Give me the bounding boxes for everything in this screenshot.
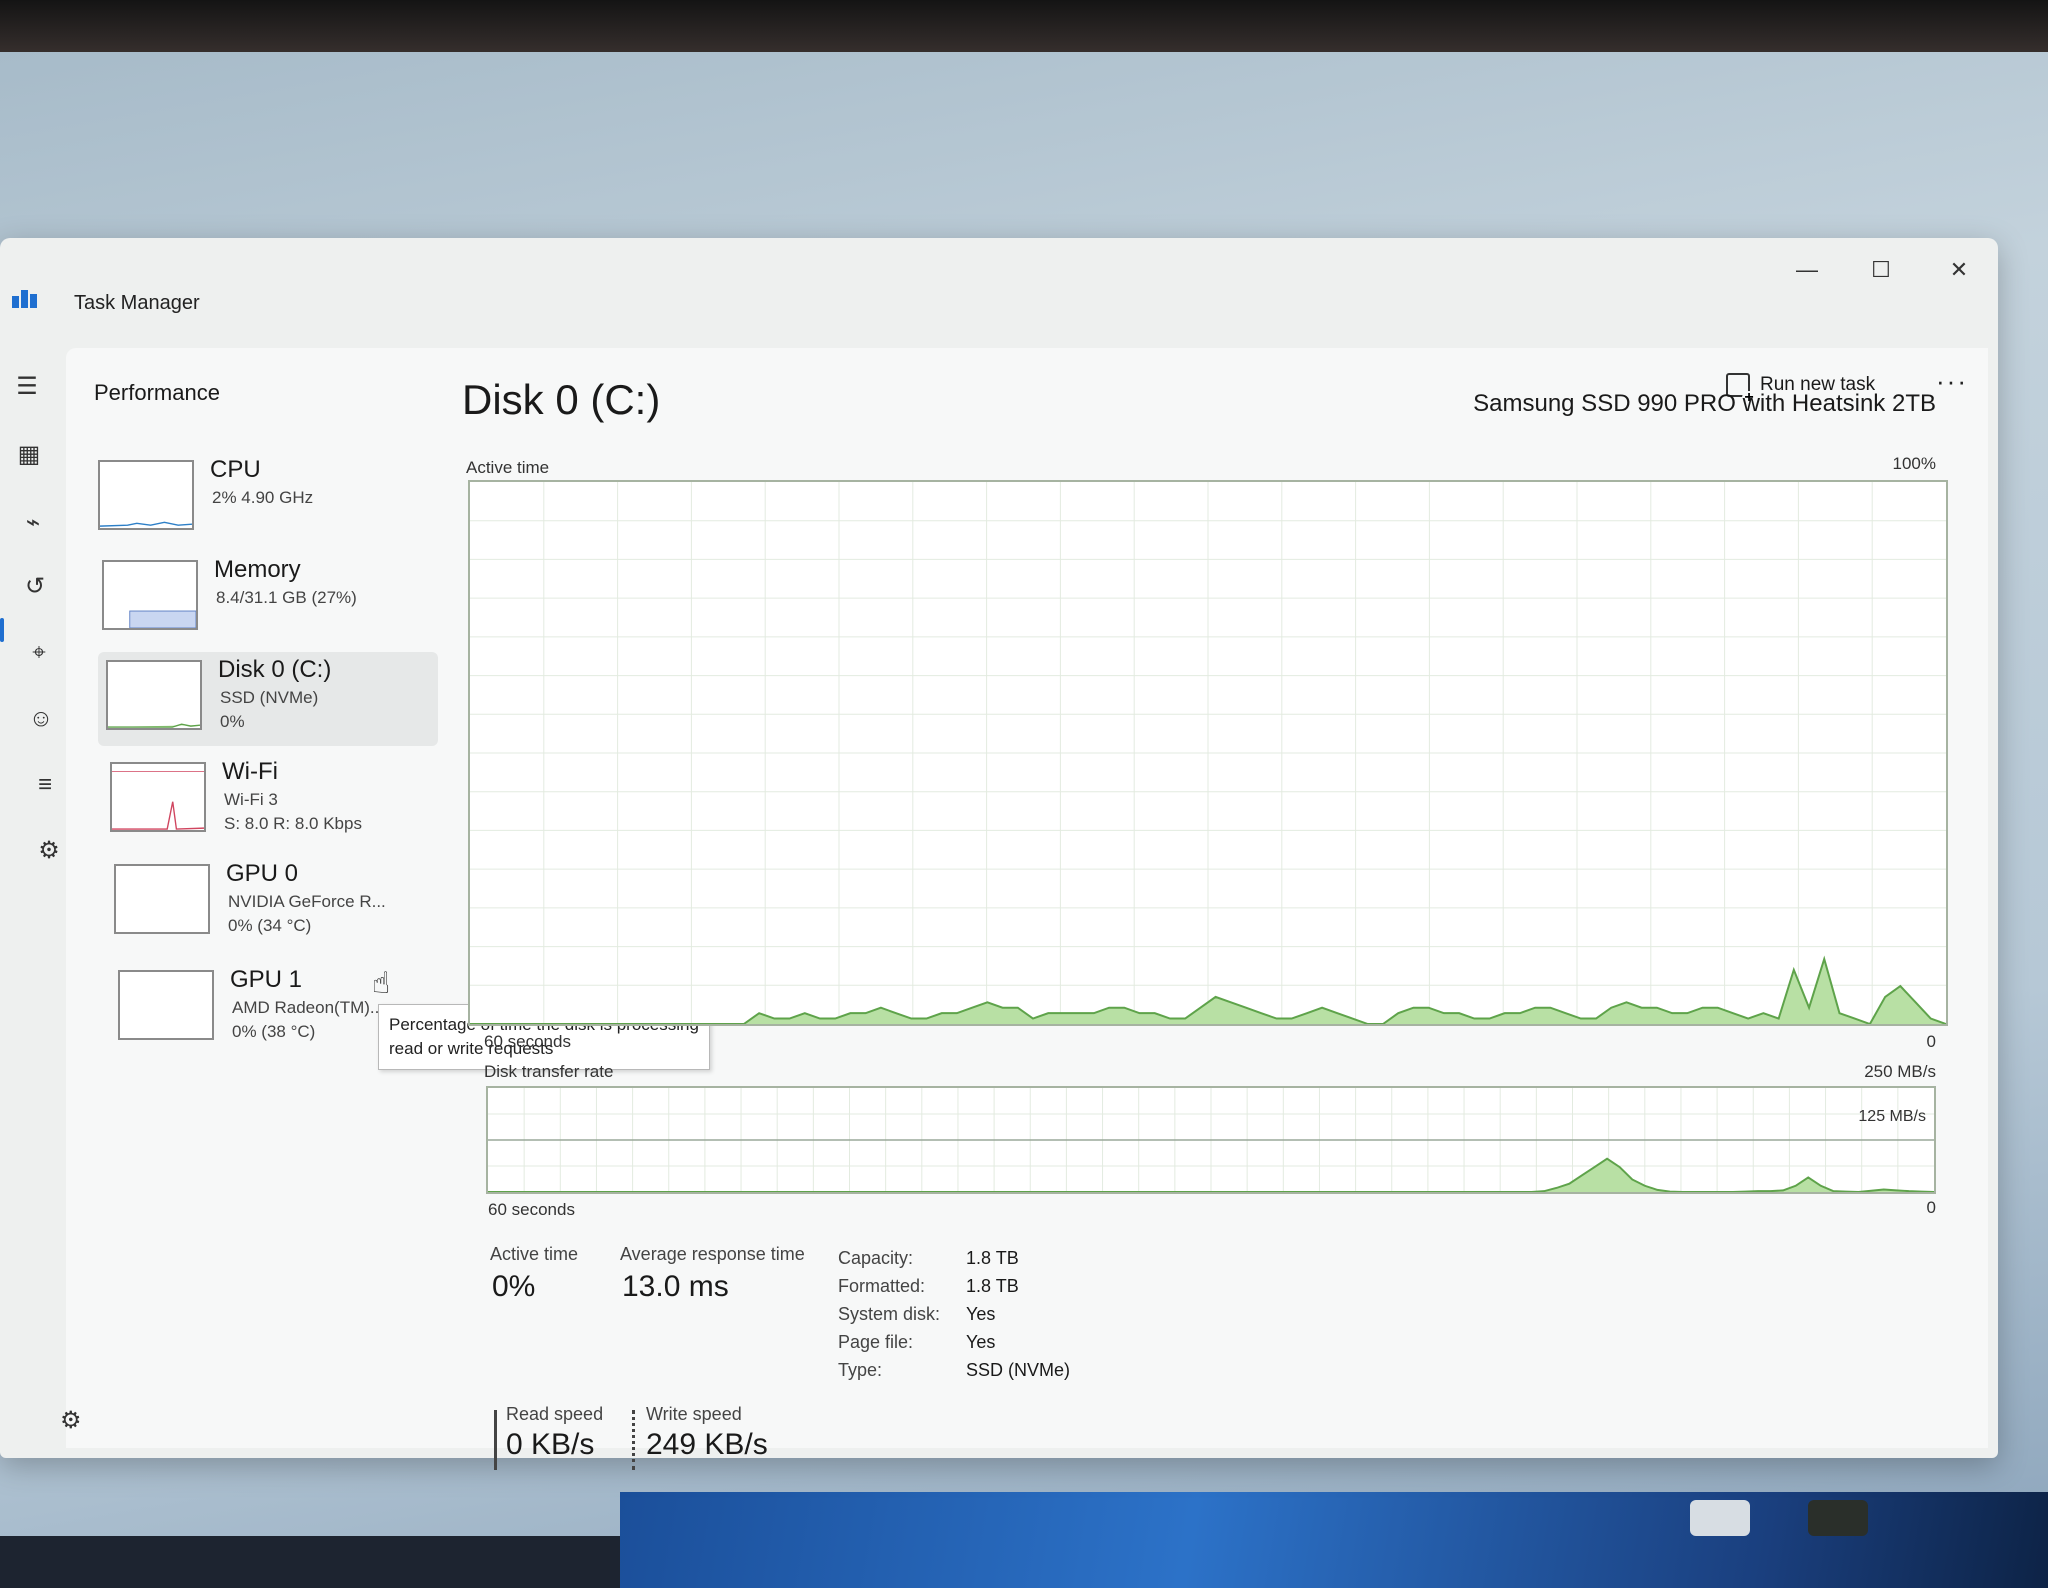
page-title: Performance <box>94 380 220 405</box>
window-title: Task Manager <box>74 292 200 314</box>
read-speed-value: 0 KB/s <box>506 1428 595 1461</box>
sidebar-item-wifi[interactable]: Wi-Fi Wi-Fi 3 S: 8.0 R: 8.0 Kbps <box>102 754 442 848</box>
sidebar-item-gpu0[interactable]: GPU 0 NVIDIA GeForce R... 0% (34 °C) <box>106 856 446 950</box>
hand-cursor-icon: ☝ <box>372 967 391 1000</box>
active-time-graph <box>468 480 1948 1026</box>
taskbar-app-icon[interactable] <box>1808 1500 1868 1536</box>
disk-thumbnail-graph <box>106 660 202 730</box>
type-key: Type: <box>838 1360 883 1380</box>
sidebar-item-title: GPU 0 <box>226 860 299 887</box>
sidebar-item-value: 0% <box>220 712 245 731</box>
sidebar-item-value: S: 8.0 R: 8.0 Kbps <box>224 814 362 833</box>
type-value: SSD (NVMe) <box>966 1360 1071 1380</box>
active-nav-indicator <box>0 618 4 642</box>
write-speed-legend-line <box>632 1410 635 1470</box>
write-speed-label: Write speed <box>646 1404 742 1424</box>
sidebar-item-title: Disk 0 (C:) <box>218 656 332 683</box>
capacity-value: 1.8 TB <box>966 1248 1019 1268</box>
services-icon[interactable]: ⚙ <box>32 834 66 868</box>
capacity-key: Capacity: <box>838 1248 914 1268</box>
sidebar-item-memory[interactable]: Memory 8.4/31.1 GB (27%) <box>94 552 434 646</box>
transfer-rate-seconds-label: 60 seconds <box>488 1200 575 1219</box>
transfer-rate-label: Disk transfer rate <box>484 1062 614 1081</box>
startup-apps-icon[interactable]: ⌖ <box>22 636 56 670</box>
sidebar-item-title: GPU 1 <box>230 966 303 993</box>
formatted-key: Formatted: <box>838 1276 926 1296</box>
processes-icon[interactable]: ▦ <box>12 438 46 472</box>
more-options-button[interactable]: ··· <box>1936 366 1968 397</box>
sidebar-item-subtitle: NVIDIA GeForce R... <box>228 892 386 911</box>
disk-model: Samsung SSD 990 PRO with Heatsink 2TB <box>1473 390 1936 417</box>
gpu1-thumbnail-graph <box>118 970 214 1040</box>
taskbar-app-icon[interactable] <box>1690 1500 1750 1536</box>
sidebar-item-title: Memory <box>214 556 301 583</box>
disk-title: Disk 0 (C:) <box>462 376 661 423</box>
sidebar-item-cpu[interactable]: CPU 2% 4.90 GHz <box>90 452 430 546</box>
app-history-icon[interactable]: ↺ <box>18 570 52 604</box>
hamburger-menu-icon[interactable]: ☰ <box>10 370 44 404</box>
sidebar-item-title: CPU <box>210 456 261 483</box>
title-bar[interactable]: Task Manager — ☐ ✕ <box>0 238 1998 314</box>
performance-icon[interactable]: ⌁ <box>16 506 50 540</box>
sidebar-item-value: 0% (34 °C) <box>228 916 312 935</box>
active-time-label: Active time <box>466 458 550 477</box>
sidebar-item-title: Wi-Fi <box>222 758 278 785</box>
performance-panel: Performance Run new task ··· CPU 2% 4.90… <box>66 348 1988 1470</box>
active-time-stat-label: Active time <box>490 1244 579 1264</box>
active-time-chart <box>470 482 1946 1024</box>
task-manager-window: Task Manager — ☐ ✕ ☰ ▦ ⌁ ↺ ⌖ ☺ ≡ ⚙ Perfo… <box>0 238 1998 1470</box>
memory-thumbnail-graph <box>102 560 198 630</box>
minimize-button[interactable]: — <box>1782 250 1832 290</box>
details-icon[interactable]: ≡ <box>28 768 62 802</box>
task-manager-icon <box>12 290 38 308</box>
active-time-max-label: 100% <box>1892 454 1936 473</box>
sidebar-item-subtitle: Wi-Fi 3 <box>224 790 278 809</box>
active-time-seconds-label: 60 seconds <box>484 1032 571 1051</box>
transfer-rate-graph: 125 MB/s <box>486 1086 1936 1194</box>
nav-rail: ☰ ▦ ⌁ ↺ ⌖ ☺ ≡ ⚙ <box>0 348 66 1448</box>
system-disk-value: Yes <box>966 1304 996 1324</box>
cpu-thumbnail-graph <box>98 460 194 530</box>
active-time-min-label: 0 <box>1926 1032 1936 1051</box>
page-file-key: Page file: <box>838 1332 914 1352</box>
active-time-stat-value: 0% <box>492 1270 536 1303</box>
gpu0-thumbnail-graph <box>114 864 210 934</box>
maximize-button[interactable]: ☐ <box>1856 250 1906 290</box>
sidebar-item-subtitle: SSD (NVMe) <box>220 688 319 707</box>
sidebar-item-subtitle: 2% 4.90 GHz <box>212 488 314 507</box>
transfer-rate-mid-label: 125 MB/s <box>1858 1108 1926 1125</box>
formatted-value: 1.8 TB <box>966 1276 1019 1296</box>
read-speed-label: Read speed <box>506 1404 604 1424</box>
transfer-rate-min-label: 0 <box>1926 1198 1936 1217</box>
read-speed-legend-line <box>494 1410 497 1470</box>
sidebar-item-subtitle: AMD Radeon(TM)... <box>232 998 385 1017</box>
avg-response-label: Average response time <box>620 1244 805 1264</box>
avg-response-value: 13.0 ms <box>622 1270 729 1303</box>
system-disk-key: System disk: <box>838 1304 941 1324</box>
write-speed-value: 249 KB/s <box>646 1428 768 1461</box>
close-button[interactable]: ✕ <box>1934 250 1984 290</box>
transfer-rate-max-label: 250 MB/s <box>1864 1062 1936 1081</box>
settings-gear-icon[interactable]: ⚙ <box>60 1406 82 1435</box>
users-icon[interactable]: ☺ <box>24 702 58 736</box>
monitor-bezel <box>0 0 2048 60</box>
sidebar-item-disk[interactable]: Disk 0 (C:) SSD (NVMe) 0% <box>98 652 438 746</box>
sidebar-item-value: 0% (38 °C) <box>232 1022 316 1041</box>
wifi-thumbnail-graph <box>110 762 206 832</box>
page-file-value: Yes <box>966 1332 996 1352</box>
sidebar-item-subtitle: 8.4/31.1 GB (27%) <box>216 588 357 607</box>
transfer-rate-chart <box>488 1088 1934 1192</box>
